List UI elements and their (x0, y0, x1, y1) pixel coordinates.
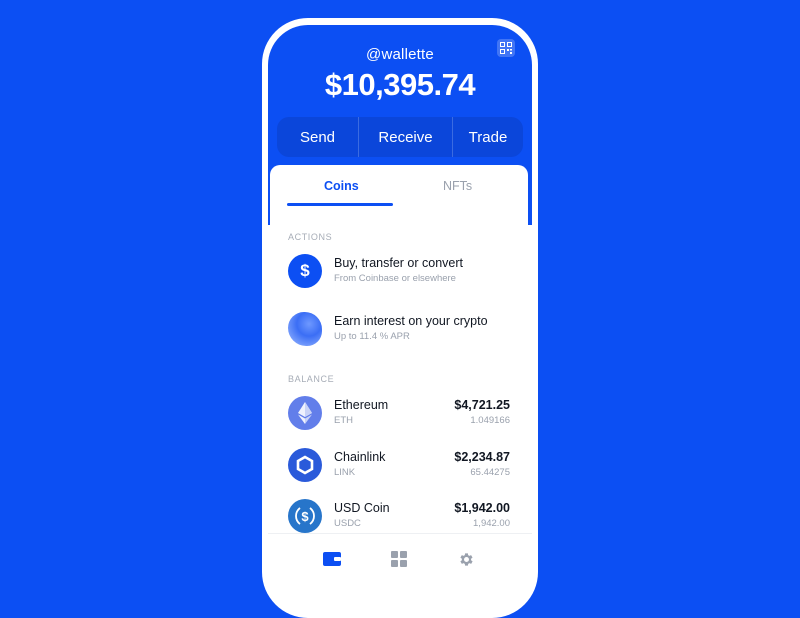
grid-icon[interactable] (389, 550, 409, 568)
bottom-nav (268, 533, 532, 597)
gear-icon[interactable] (456, 550, 476, 568)
action-subtitle: From Coinbase or elsewhere (334, 273, 456, 284)
send-button[interactable]: Send (277, 117, 358, 157)
asset-symbol: USDC (334, 518, 361, 529)
asset-amount: 1,942.00 (473, 518, 510, 529)
chainlink-icon (288, 448, 322, 482)
asset-name: Chainlink (334, 450, 386, 464)
asset-symbol: ETH (334, 415, 353, 426)
total-balance: $10,395.74 (324, 67, 476, 102)
action-subtitle: Up to 11.4 % APR (334, 331, 410, 342)
asset-value: $2,234.87 (454, 450, 510, 464)
wallet-screen: @wallette $10,395.74 Send Receive Trade … (268, 25, 532, 597)
trade-button[interactable]: Trade (453, 117, 523, 157)
quick-actions-bar: Send Receive Trade (277, 117, 523, 157)
ethereum-icon (288, 396, 322, 430)
action-buy-transfer[interactable]: $ Buy, transfer or convert From Coinbase… (270, 252, 528, 292)
action-title: Buy, transfer or convert (334, 256, 463, 270)
svg-text:$: $ (301, 509, 309, 524)
asset-symbol: LINK (334, 467, 356, 478)
tab-nfts[interactable]: NFTs (443, 179, 472, 193)
username: @wallette (366, 46, 434, 63)
asset-row-usd-coin[interactable]: $ USD Coin USDC $1,942.00 1,942.00 (270, 497, 528, 537)
asset-row-ethereum[interactable]: Ethereum ETH $4,721.25 1.049166 (270, 394, 528, 434)
asset-tabs: Coins NFTs (270, 165, 528, 207)
wallet-icon[interactable] (322, 550, 342, 568)
asset-amount: 1.049166 (470, 415, 510, 426)
asset-name: Ethereum (334, 398, 389, 412)
asset-name: USD Coin (334, 501, 390, 515)
dollar-icon: $ (288, 254, 322, 288)
active-tab-indicator (287, 203, 393, 206)
usd-coin-icon: $ (288, 499, 322, 533)
asset-value: $4,721.25 (454, 398, 510, 412)
earn-blob-icon (288, 312, 322, 346)
asset-amount: 65.44275 (470, 467, 510, 478)
tab-coins[interactable]: Coins (324, 179, 359, 193)
action-title: Earn interest on your crypto (334, 314, 488, 328)
asset-row-chainlink[interactable]: Chainlink LINK $2,234.87 65.44275 (270, 446, 528, 486)
action-earn-interest[interactable]: Earn interest on your crypto Up to 11.4 … (270, 310, 528, 350)
balance-section-label: BALANCE (288, 374, 335, 384)
assets-card: Coins NFTs ACTIONS $ Buy, transfer or co… (270, 165, 528, 535)
actions-section-label: ACTIONS (288, 232, 333, 242)
receive-button[interactable]: Receive (358, 117, 453, 157)
asset-value: $1,942.00 (454, 501, 510, 515)
